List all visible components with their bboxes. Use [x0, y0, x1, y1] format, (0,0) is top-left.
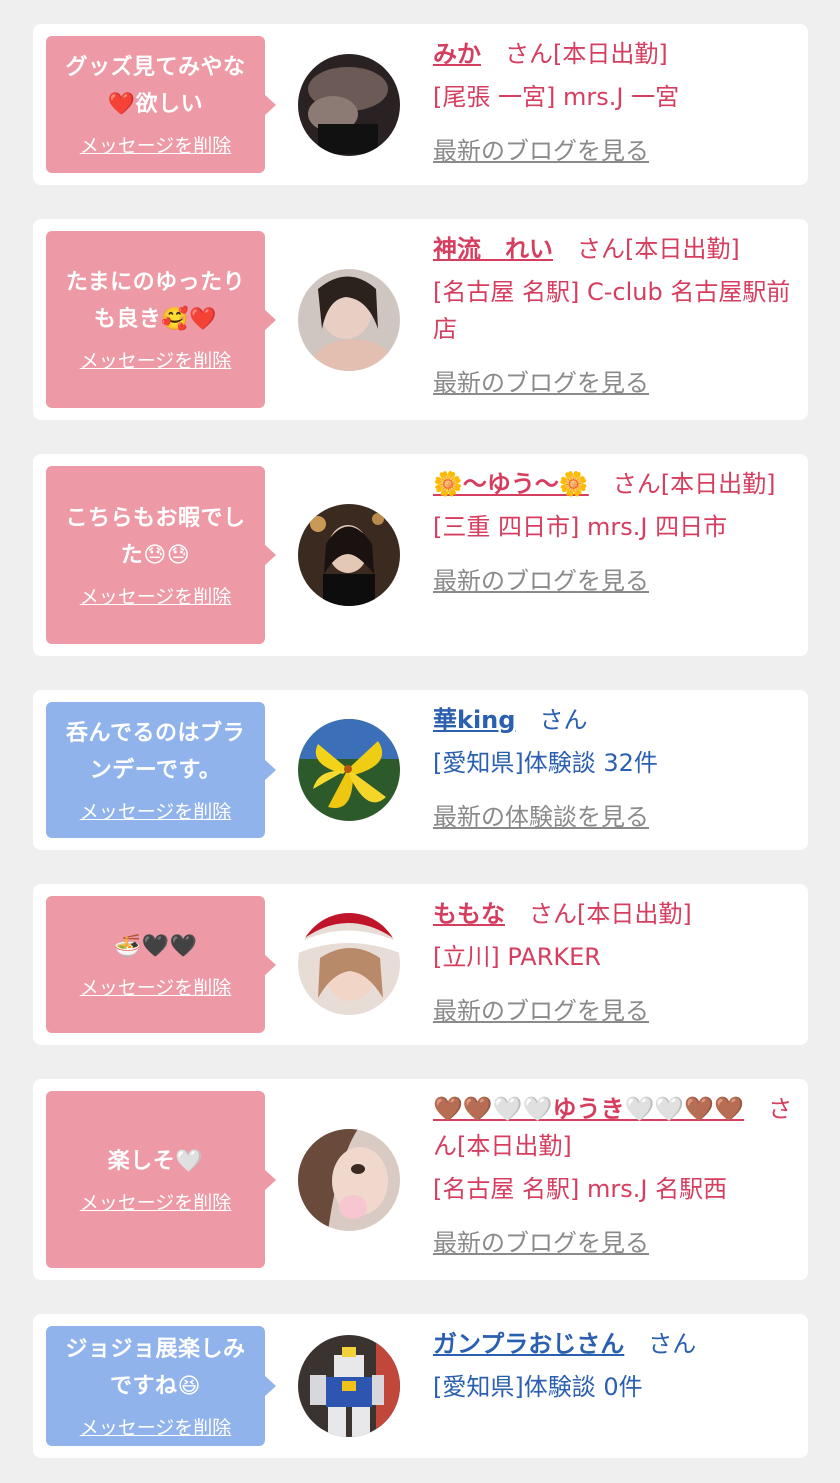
message-bubble: グッズ見てみやな ❤️欲しい メッセージを削除: [46, 36, 265, 173]
message-bubble: ジョジョ展楽しみ ですね😆 メッセージを削除: [46, 1326, 265, 1446]
message-text: 呑んでるのはブラ ンデーです。: [66, 720, 245, 783]
shop-info: [立川] PARKER: [433, 943, 601, 971]
message-bubble: 楽しそ🤍 メッセージを削除: [46, 1091, 265, 1268]
shop-info: [名古屋 名駅] C-club 名古屋駅前店: [433, 278, 791, 343]
latest-blog-link[interactable]: 最新のブログを見る: [433, 133, 649, 170]
delete-message-link[interactable]: メッセージを削除: [80, 1413, 232, 1440]
message-text: たまにのゆったり も良き🥰❤️: [65, 270, 246, 332]
message-text: ジョジョ展楽しみ ですね😆: [65, 1336, 246, 1399]
user-info: みか さん[本日出勤] [尾張 一宮] mrs.J 一宮 最新のブログを見る: [433, 36, 793, 170]
delete-message-link[interactable]: メッセージを削除: [80, 797, 232, 824]
latest-blog-link[interactable]: 最新のブログを見る: [433, 365, 649, 402]
message-bubble: 呑んでるのはブラ ンデーです。 メッセージを削除: [46, 702, 265, 838]
user-name-link[interactable]: 神流 れい: [433, 235, 553, 263]
latest-blog-link[interactable]: 最新のブログを見る: [433, 993, 649, 1030]
user-info: 🤎🤎🤍🤍ゆうき🤍🤍🤎🤎 さん[本日出勤] [名古屋 名駅] mrs.J 名駅西 …: [433, 1091, 793, 1262]
list-item: ジョジョ展楽しみ ですね😆 メッセージを削除 ガンプラおじさん さん [愛知県]…: [33, 1314, 808, 1458]
avatar[interactable]: [298, 269, 400, 371]
shop-info: [愛知県]体験談 0件: [433, 1373, 643, 1401]
avatar[interactable]: [298, 504, 400, 606]
user-name-link[interactable]: ガンプラおじさん: [433, 1330, 624, 1358]
message-text: グッズ見てみやな ❤️欲しい: [65, 55, 246, 117]
user-name-link[interactable]: 🤎🤎🤍🤍ゆうき🤍🤍🤎🤎: [433, 1095, 744, 1123]
avatar[interactable]: [298, 913, 400, 1015]
user-status: さん[本日出勤]: [529, 900, 692, 928]
user-status: さん: [648, 1330, 697, 1358]
user-status: さん[本日出勤]: [505, 40, 668, 68]
message-bubble: 🍜🖤🖤 メッセージを削除: [46, 896, 265, 1033]
list-item: 呑んでるのはブラ ンデーです。 メッセージを削除 華king さん [愛知県]体…: [33, 690, 808, 850]
list-item: こちらもお暇でし た😓😓 メッセージを削除 🌼〜ゆう〜🌼 さん[本日出勤] [三…: [33, 454, 808, 656]
avatar[interactable]: [298, 719, 400, 821]
delete-message-link[interactable]: メッセージを削除: [80, 346, 232, 373]
user-info: 神流 れい さん[本日出勤] [名古屋 名駅] C-club 名古屋駅前店 最新…: [433, 231, 793, 402]
delete-message-link[interactable]: メッセージを削除: [80, 582, 232, 609]
user-info: ガンプラおじさん さん [愛知県]体験談 0件: [433, 1326, 793, 1406]
message-text: 楽しそ🤍: [107, 1148, 204, 1174]
message-text: こちらもお暇でし た😓😓: [65, 505, 246, 568]
message-text: 🍜🖤🖤: [113, 933, 198, 959]
latest-blog-link[interactable]: 最新のブログを見る: [433, 563, 649, 600]
user-status: さん[本日出勤]: [612, 470, 776, 498]
message-bubble: こちらもお暇でし た😓😓 メッセージを削除: [46, 466, 265, 644]
avatar[interactable]: [298, 1335, 400, 1437]
delete-message-link[interactable]: メッセージを削除: [80, 973, 232, 1000]
user-info: ももな さん[本日出勤] [立川] PARKER 最新のブログを見る: [433, 896, 793, 1030]
avatar[interactable]: [298, 1129, 400, 1231]
user-status: さん: [539, 706, 588, 734]
message-list: グッズ見てみやな ❤️欲しい メッセージを削除 みか さん[本日出勤] [尾張 …: [0, 0, 840, 1483]
shop-info: [愛知県]体験談 32件: [433, 749, 658, 777]
list-item: グッズ見てみやな ❤️欲しい メッセージを削除 みか さん[本日出勤] [尾張 …: [33, 24, 808, 185]
user-info: 🌼〜ゆう〜🌼 さん[本日出勤] [三重 四日市] mrs.J 四日市 最新のブロ…: [433, 466, 793, 600]
shop-info: [尾張 一宮] mrs.J 一宮: [433, 83, 680, 111]
user-status: さん[本日出勤]: [577, 235, 740, 263]
user-name-link[interactable]: 🌼〜ゆう〜🌼: [433, 470, 589, 498]
delete-message-link[interactable]: メッセージを削除: [80, 131, 232, 158]
list-item: 楽しそ🤍 メッセージを削除 🤎🤎🤍🤍ゆうき🤍🤍🤎🤎 さん[本日出勤] [名古屋 …: [33, 1079, 808, 1280]
latest-blog-link[interactable]: 最新のブログを見る: [433, 1225, 649, 1262]
shop-info: [名古屋 名駅] mrs.J 名駅西: [433, 1175, 728, 1203]
avatar[interactable]: [298, 54, 400, 156]
message-bubble: たまにのゆったり も良き🥰❤️ メッセージを削除: [46, 231, 265, 408]
latest-review-link[interactable]: 最新の体験談を見る: [433, 799, 649, 836]
list-item: 🍜🖤🖤 メッセージを削除 ももな さん[本日出勤] [立川] PARKER 最新…: [33, 884, 808, 1045]
list-item: たまにのゆったり も良き🥰❤️ メッセージを削除 神流 れい さん[本日出勤] …: [33, 219, 808, 420]
shop-info: [三重 四日市] mrs.J 四日市: [433, 513, 728, 541]
user-info: 華king さん [愛知県]体験談 32件 最新の体験談を見る: [433, 702, 793, 836]
user-name-link[interactable]: みか: [433, 40, 481, 68]
delete-message-link[interactable]: メッセージを削除: [80, 1188, 232, 1215]
user-name-link[interactable]: ももな: [433, 900, 505, 928]
user-name-link[interactable]: 華king: [433, 706, 515, 734]
